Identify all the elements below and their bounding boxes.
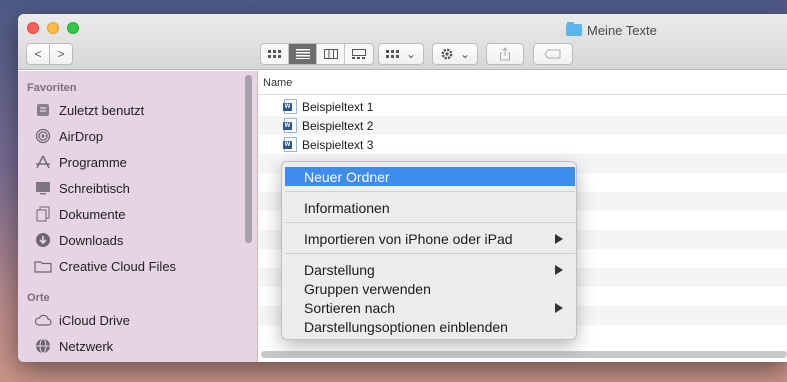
action-button[interactable]: ⌄ xyxy=(432,43,478,65)
chevron-down-icon: ⌄ xyxy=(459,47,471,61)
airdrop-icon xyxy=(34,128,52,144)
menu-item-label: Importieren von iPhone oder iPad xyxy=(304,230,513,247)
sidebar-item-label: Schreibtisch xyxy=(59,180,130,196)
close-button[interactable] xyxy=(27,22,39,34)
sidebar-item-label: Dokumente xyxy=(59,206,126,222)
menu-item-label: Gruppen verwenden xyxy=(304,280,431,297)
menu-item-label: Sortieren nach xyxy=(304,299,396,316)
sidebar-item-downloads[interactable]: Downloads xyxy=(34,230,123,250)
downloads-icon xyxy=(34,232,52,248)
applications-icon xyxy=(34,154,52,170)
word-document-icon: W xyxy=(283,99,297,114)
tags-button[interactable] xyxy=(533,43,573,65)
sidebar-item-applications[interactable]: Programme xyxy=(34,152,127,172)
forward-button[interactable]: > xyxy=(49,43,73,65)
menu-item-get-info[interactable]: Informationen xyxy=(285,198,575,217)
tag-icon xyxy=(544,49,561,59)
sidebar-item-documents[interactable]: Dokumente xyxy=(34,204,125,224)
sidebar-item-label: AirDrop xyxy=(59,128,104,144)
menu-item-label: Darstellung xyxy=(304,261,375,278)
menu-separator xyxy=(285,253,575,254)
window-title-label: Meine Texte xyxy=(587,22,657,38)
network-icon xyxy=(34,338,52,354)
sidebar-item-label: Netzwerk xyxy=(59,338,114,354)
column-view-icon xyxy=(323,49,338,59)
documents-icon xyxy=(34,206,52,222)
list-view-button[interactable] xyxy=(289,44,317,64)
table-row[interactable]: W Beispieltext 3 xyxy=(258,135,787,154)
arrange-icon xyxy=(385,50,399,58)
forward-icon: > xyxy=(57,47,65,61)
chevron-down-icon: ⌄ xyxy=(405,47,417,61)
column-view-button[interactable] xyxy=(317,44,345,64)
word-document-icon: W xyxy=(283,137,297,152)
sidebar: Favoriten Zuletzt benutzt AirDrop Progra… xyxy=(18,71,258,362)
submenu-arrow-icon xyxy=(555,234,563,244)
sidebar-item-desktop[interactable]: Schreibtisch xyxy=(34,178,130,198)
desktop-icon xyxy=(34,180,52,196)
submenu-arrow-icon xyxy=(555,265,563,275)
sidebar-item-label: iCloud Drive xyxy=(59,312,130,328)
menu-item-use-groups[interactable]: Gruppen verwenden xyxy=(285,279,575,298)
share-button[interactable] xyxy=(486,43,524,65)
folder-icon xyxy=(566,22,582,36)
sidebar-item-creative-cloud[interactable]: Creative Cloud Files xyxy=(34,256,176,276)
horizontal-scrollbar[interactable] xyxy=(261,351,787,358)
share-icon xyxy=(500,47,510,61)
back-icon: < xyxy=(34,47,42,61)
column-header-name[interactable]: Name xyxy=(258,71,787,95)
gear-icon xyxy=(441,48,453,60)
file-name: Beispieltext 1 xyxy=(302,99,374,114)
menu-item-label: Informationen xyxy=(304,199,390,216)
menu-item-sort-by[interactable]: Sortieren nach xyxy=(285,298,575,317)
sidebar-scrollbar[interactable] xyxy=(245,75,252,243)
icon-view-button[interactable] xyxy=(261,44,289,64)
arrange-button[interactable]: ⌄ xyxy=(378,43,424,65)
view-mode-control xyxy=(260,43,374,65)
word-document-icon: W xyxy=(283,118,297,133)
sidebar-item-label: Creative Cloud Files xyxy=(59,258,177,274)
sidebar-item-label: Zuletzt benutzt xyxy=(59,102,145,118)
sidebar-header-favorites: Favoriten xyxy=(27,82,77,94)
sidebar-item-recents[interactable]: Zuletzt benutzt xyxy=(34,100,144,120)
recents-icon xyxy=(34,102,52,118)
menu-item-label: Neuer Ordner xyxy=(304,168,390,185)
icon-view-icon xyxy=(267,50,281,58)
menu-separator xyxy=(285,222,575,223)
sidebar-header-places: Orte xyxy=(27,292,50,304)
list-view-icon xyxy=(295,49,310,59)
table-row[interactable]: W Beispieltext 2 xyxy=(258,116,787,135)
menu-item-import-iphone[interactable]: Importieren von iPhone oder iPad xyxy=(285,229,575,248)
submenu-arrow-icon xyxy=(555,303,563,313)
sidebar-item-label: Downloads xyxy=(59,232,124,248)
menu-item-label: Darstellungsoptionen einblenden xyxy=(304,318,508,335)
folder-icon xyxy=(34,258,52,274)
menu-item-show-view-options[interactable]: Darstellungsoptionen einblenden xyxy=(285,317,575,336)
sidebar-item-label: Programme xyxy=(59,154,127,170)
sidebar-item-network[interactable]: Netzwerk xyxy=(34,336,113,356)
menu-item-view[interactable]: Darstellung xyxy=(285,260,575,279)
file-name: Beispieltext 2 xyxy=(302,118,374,133)
gallery-view-button[interactable] xyxy=(345,44,373,64)
window-title: Meine Texte xyxy=(566,22,657,38)
menu-separator xyxy=(285,191,575,192)
minimize-button[interactable] xyxy=(47,22,59,34)
zoom-button[interactable] xyxy=(67,22,79,34)
context-menu: Neuer Ordner Informationen Importieren v… xyxy=(281,161,577,340)
column-header-label: Name xyxy=(263,77,293,89)
gallery-view-icon xyxy=(352,49,366,59)
file-name: Beispieltext 3 xyxy=(302,137,374,152)
toolbar: Meine Texte < > ⌄ ⌄ xyxy=(18,14,787,70)
sidebar-item-icloud[interactable]: iCloud Drive xyxy=(34,310,130,330)
sidebar-item-airdrop[interactable]: AirDrop xyxy=(34,126,103,146)
cloud-icon xyxy=(34,312,52,328)
menu-item-new-folder[interactable]: Neuer Ordner xyxy=(285,167,575,186)
back-button[interactable]: < xyxy=(26,43,50,65)
table-row[interactable]: W Beispieltext 1 xyxy=(258,97,787,116)
